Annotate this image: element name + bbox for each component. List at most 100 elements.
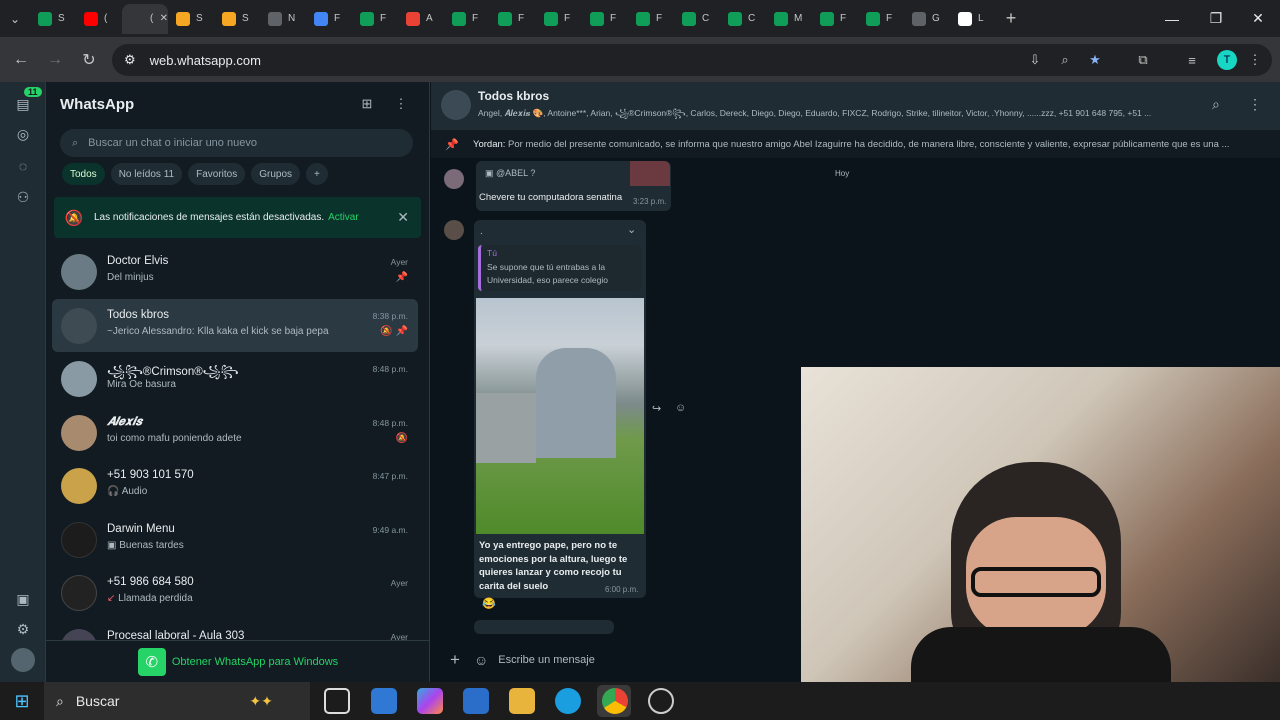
media-icon[interactable]: ≡ xyxy=(1177,44,1207,76)
chat-item[interactable]: Doctor Elvis Del minjus Ayer 📌 xyxy=(52,245,418,299)
quoted-message[interactable]: Tú Se supone que tú entrabas a la Univer… xyxy=(478,245,641,291)
filter-favorites[interactable]: Favoritos xyxy=(188,163,246,185)
filter-groups[interactable]: Grupos xyxy=(251,163,301,185)
file-explorer-icon[interactable] xyxy=(509,688,535,714)
install-app-icon[interactable]: ⇩ xyxy=(1020,44,1050,76)
browser-tab[interactable]: F xyxy=(582,4,628,34)
browser-tab[interactable]: F xyxy=(490,4,536,34)
tab-search-button[interactable]: ⌄ xyxy=(0,4,30,34)
close-tab-icon[interactable]: ✕ xyxy=(160,13,168,24)
communities-icon[interactable]: ⚇ xyxy=(11,185,35,209)
reaction[interactable]: 😂 xyxy=(482,597,496,610)
message-bubble[interactable] xyxy=(474,620,614,634)
close-window-button[interactable]: ✕ xyxy=(1236,0,1280,37)
get-app-link[interactable]: ✆ Obtener WhatsApp para Windows xyxy=(46,640,430,682)
message-photo[interactable] xyxy=(476,298,644,534)
task-view-icon[interactable] xyxy=(324,688,350,714)
filter-all[interactable]: Todos xyxy=(62,163,105,185)
browser-tab[interactable]: S xyxy=(30,4,76,34)
new-tab-button[interactable]: + xyxy=(996,8,1026,29)
message-input[interactable]: Escribe un mensaje xyxy=(498,654,595,666)
browser-tab[interactable]: M xyxy=(766,4,812,34)
chrome-icon[interactable] xyxy=(602,688,628,714)
browser-tab[interactable]: A xyxy=(398,4,444,34)
zoom-icon[interactable]: ⌕ xyxy=(1050,44,1080,76)
back-button[interactable]: ← xyxy=(4,43,38,77)
chevron-down-icon[interactable]: ⌄ xyxy=(627,223,636,236)
chat-item[interactable]: +51 903 101 570 🎧 Audio 8:47 p.m. xyxy=(52,459,418,513)
chat-preview: ↙ Llamada perdida xyxy=(107,593,193,604)
omnibox[interactable]: ⚙ web.whatsapp.com ⇩ ⌕ ★ ⧉ ≡ T ⋮ xyxy=(112,44,1272,76)
chat-item[interactable]: +51 986 684 580 ↙ Llamada perdida Ayer xyxy=(52,566,418,620)
conversation-header[interactable]: Todos kbros Angel, 𝑨𝒍𝒆𝒙𝒊𝒔 🎨, Antoine***,… xyxy=(431,82,1280,130)
search-icon[interactable]: ⌕ xyxy=(1212,96,1220,113)
react-emoji-icon[interactable]: ☺ xyxy=(675,402,686,414)
sender-avatar[interactable] xyxy=(444,220,464,240)
browser-tab[interactable]: C xyxy=(720,4,766,34)
profile-avatar[interactable]: T xyxy=(1212,44,1242,76)
chats-unread-badge: 11 xyxy=(24,87,42,97)
filter-unread[interactable]: No leídos 11 xyxy=(110,163,183,185)
sender-avatar[interactable] xyxy=(444,169,464,189)
browser-tab[interactable]: F xyxy=(444,4,490,34)
attach-plus-icon[interactable]: + xyxy=(450,650,460,670)
chat-preview: ▣ Buenas tardes xyxy=(107,539,184,551)
chat-item[interactable]: Darwin Menu ▣ Buenas tardes 9:49 a.m. xyxy=(52,513,418,567)
browser-tab[interactable]: F xyxy=(812,4,858,34)
browser-tab[interactable]: C xyxy=(674,4,720,34)
browser-tab[interactable]: N xyxy=(260,4,306,34)
chat-item[interactable]: Todos kbros ~Jerico Alessandro: Klla kak… xyxy=(52,298,418,352)
outlook-icon[interactable] xyxy=(371,688,397,714)
tab-favicon-icon xyxy=(820,11,834,26)
browser-tab[interactable]: S xyxy=(214,4,260,34)
chat-item[interactable]: 𝑨𝒍𝒆𝒙𝒊𝒔 toi como mafu poniendo adete 8:48… xyxy=(52,406,418,460)
windows-start-icon[interactable]: ⊞ xyxy=(0,682,44,720)
browser-tab[interactable]: F xyxy=(628,4,674,34)
group-avatar[interactable] xyxy=(441,90,471,120)
browser-tab[interactable]: G xyxy=(904,4,950,34)
reload-button[interactable]: ↻ xyxy=(72,43,106,77)
recorder-icon[interactable] xyxy=(648,688,674,714)
status-icon[interactable]: ◎ xyxy=(11,122,35,146)
activate-link[interactable]: Activar xyxy=(328,212,359,223)
pinned-message[interactable]: 📌 Yordan: Por medio del presente comunic… xyxy=(431,130,1280,158)
media-gallery-icon[interactable]: ▣ xyxy=(11,587,35,611)
edge-icon[interactable] xyxy=(555,688,581,714)
settings-gear-icon[interactable]: ⚙ xyxy=(11,617,35,641)
forward-button[interactable]: → xyxy=(38,43,72,77)
browser-tab[interactable]: ( xyxy=(76,4,122,34)
browser-tab[interactable]: (✕ xyxy=(122,3,168,34)
message-bubble[interactable]: ▣ @ABEL ? Chevere tu computadora senatin… xyxy=(476,161,671,211)
copilot-icon[interactable] xyxy=(417,688,443,714)
forward-icon[interactable]: ↪ xyxy=(652,402,661,415)
taskbar-search[interactable]: ⌕ Buscar ✦✦ xyxy=(44,682,310,720)
chat-item[interactable]: ꧁꧂®Crimson®꧁꧂ Mira Oe basura 8:48 p.m. xyxy=(52,352,418,406)
extensions-icon[interactable]: ⧉ xyxy=(1128,44,1158,76)
notification-banner: 🔕 Las notificaciones de mensajes están d… xyxy=(54,197,421,238)
muted-pin-icon: 🔕 📌 xyxy=(380,325,408,337)
browser-tab[interactable]: L xyxy=(950,4,996,34)
menu-icon[interactable]: ⋮ xyxy=(391,94,411,114)
add-filter-button[interactable]: + xyxy=(306,163,328,185)
close-icon[interactable]: ✕ xyxy=(397,209,409,226)
channels-icon[interactable]: ◌ xyxy=(11,154,35,178)
profile-avatar[interactable] xyxy=(11,648,35,672)
chat-name: Doctor Elvis xyxy=(107,255,169,267)
browser-tab[interactable]: F xyxy=(306,4,352,34)
store-icon[interactable] xyxy=(463,688,489,714)
minimize-button[interactable]: — xyxy=(1150,0,1194,37)
browser-tab[interactable]: F xyxy=(858,4,904,34)
site-info-icon[interactable]: ⚙ xyxy=(124,52,136,68)
bookmark-star-icon[interactable]: ★ xyxy=(1080,44,1110,76)
new-chat-icon[interactable]: ⊞ xyxy=(357,94,377,114)
browser-menu-icon[interactable]: ⋮ xyxy=(1240,44,1270,76)
browser-tab[interactable]: F xyxy=(536,4,582,34)
emoji-sticker-icon[interactable]: ☺ xyxy=(474,652,488,668)
browser-tab[interactable]: F xyxy=(352,4,398,34)
restore-button[interactable]: ❐ xyxy=(1194,0,1238,37)
message-time: 6:00 p.m. xyxy=(605,585,639,594)
menu-icon[interactable]: ⋮ xyxy=(1248,96,1262,113)
search-input[interactable]: ⌕ Buscar un chat o iniciar uno nuevo xyxy=(60,129,413,157)
browser-tab[interactable]: S xyxy=(168,4,214,34)
chat-item[interactable]: Procesal laboral - Aula 303 Ayer xyxy=(52,620,418,640)
